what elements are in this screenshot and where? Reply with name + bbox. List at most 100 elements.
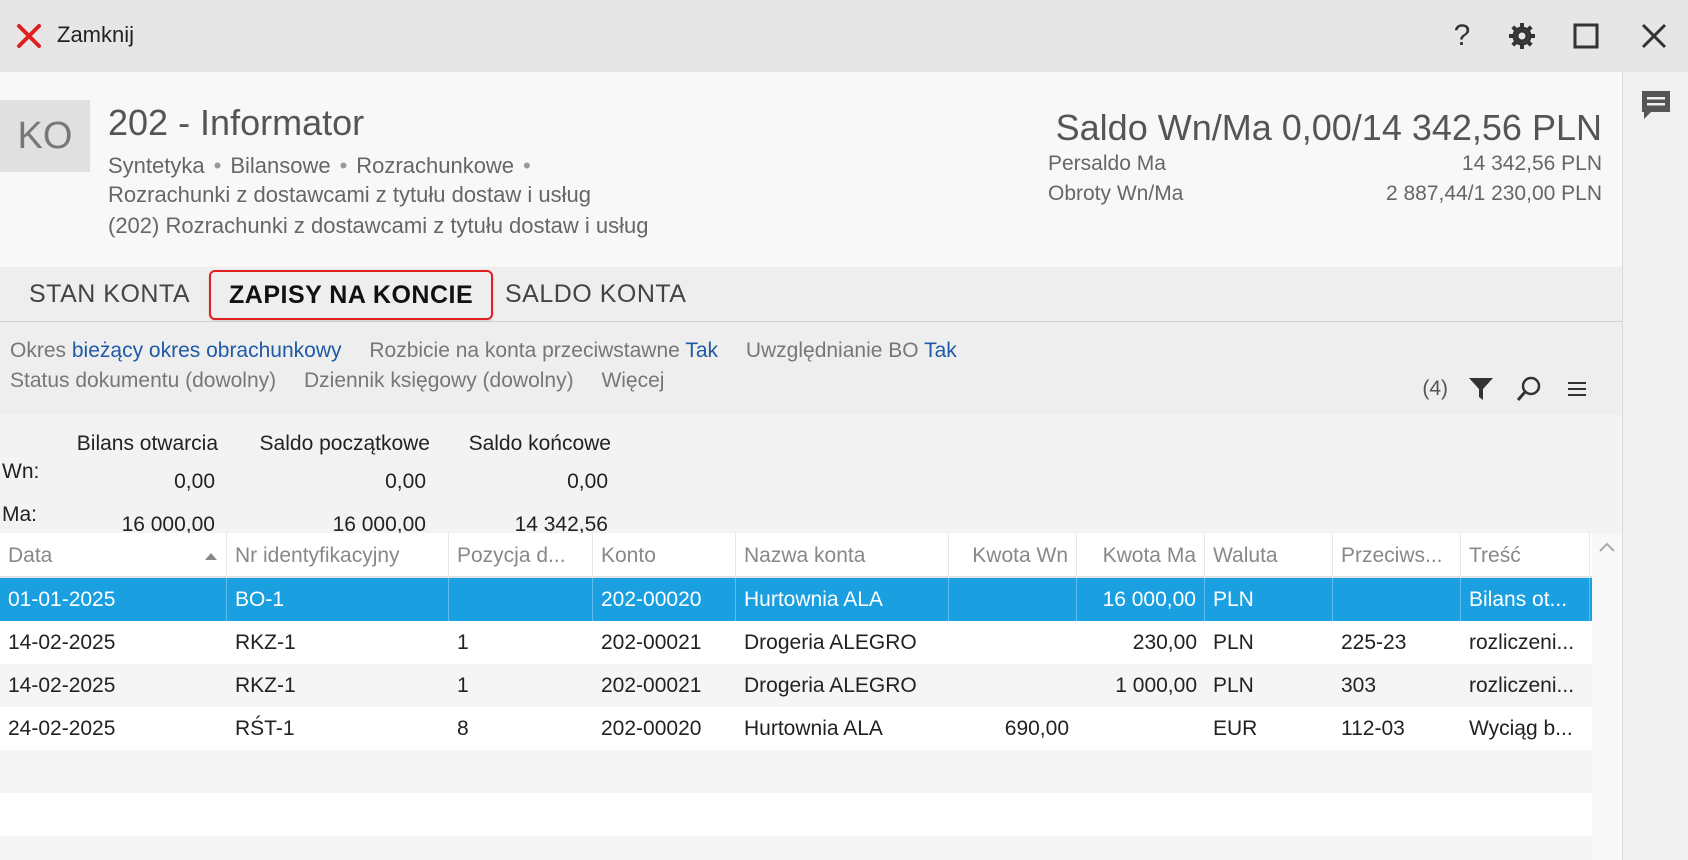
empty-row: [0, 750, 1592, 793]
table-row[interactable]: 01-01-2025 BO-1 202-00020 Hurtownia ALA …: [0, 578, 1592, 621]
account-tags: Syntetyka • Bilansowe • Rozrachunkowe •: [108, 153, 531, 178]
okres-label: Okres: [10, 339, 67, 362]
main-panel: KO 202 - Informator Syntetyka • Bilansowe •…: [0, 72, 1622, 860]
sort-ascending-icon: [205, 553, 217, 560]
cell-data: 01-01-2025: [0, 578, 227, 621]
cell-kwota-wn: [949, 621, 1077, 664]
obroty-value: 2 887,44/1 230,00 PLN: [1385, 182, 1602, 205]
tab-stan-konta[interactable]: STAN KONTA: [29, 267, 190, 322]
account-description-full: (202) Rozrachunki z dostawcami z tytułu …: [108, 213, 649, 238]
cell-data: 14-02-2025: [8, 673, 116, 697]
cell-przeciwstawne: 225-23: [1341, 630, 1407, 654]
column-header-kwota-ma[interactable]: Kwota Ma: [1077, 533, 1205, 578]
column-header-waluta[interactable]: Waluta: [1205, 533, 1333, 578]
chat-icon[interactable]: [1639, 88, 1673, 122]
page-title: 202 - Informator: [108, 102, 365, 143]
gear-icon[interactable]: [1504, 18, 1540, 54]
summary-header-bilans: Bilans otwarcia: [76, 432, 218, 455]
tag-rozrachunkowe: Rozrachunkowe: [356, 153, 515, 178]
cell-nazwa-konta: Hurtownia ALA: [744, 716, 883, 740]
account-header: KO 202 - Informator Syntetyka • Bilansowe •…: [0, 72, 1622, 267]
filter-row-2: Status dokumentu (dowolny) Dziennik księ…: [10, 369, 664, 393]
close-button[interactable]: Zamknij: [57, 22, 134, 48]
filter-icon[interactable]: [1466, 374, 1496, 404]
column-header-konto[interactable]: Konto: [593, 533, 736, 578]
cell-pozycja: 8: [457, 716, 469, 740]
cell-data: 24-02-2025: [8, 716, 116, 740]
tag-bilansowe: Bilansowe: [230, 153, 331, 178]
cell-tresc: rozliczeni...: [1469, 673, 1575, 697]
cell-konto: 202-00021: [601, 630, 702, 654]
filter-count: (4): [1422, 377, 1448, 400]
account-badge: KO: [0, 100, 90, 172]
empty-row: [0, 793, 1592, 836]
cell-nr-identyfikacyjny: RKZ-1: [235, 673, 296, 697]
summary-wn-saldo-poczatkowe: 0,00: [385, 470, 426, 493]
column-header-przeciwstawne[interactable]: Przeciws...: [1333, 533, 1461, 578]
maximize-icon[interactable]: [1568, 18, 1604, 54]
bo-label: Uwzględnianie BO: [745, 339, 919, 362]
cell-waluta: EUR: [1213, 716, 1258, 740]
cell-tresc: Bilans ot...: [1461, 578, 1590, 621]
cell-pozycja: [449, 578, 593, 621]
column-header-nazwa-konta[interactable]: Nazwa konta: [736, 533, 949, 578]
summary-wn-label: Wn:: [2, 460, 40, 483]
table-row[interactable]: 24-02-2025 RŚT-1 8 202-00020 Hurtownia A…: [0, 707, 1592, 750]
obroty-row: Obroty Wn/Ma 2 887,44/1 230,00 PLN: [1048, 182, 1602, 206]
cell-kwota-wn: 690,00: [1004, 716, 1069, 740]
column-header-kwota-wn[interactable]: Kwota Wn: [949, 533, 1077, 578]
search-icon[interactable]: [1514, 374, 1544, 404]
column-header-tresc[interactable]: Treść: [1461, 533, 1590, 578]
scroll-up-icon[interactable]: [1598, 540, 1616, 554]
account-description: Rozrachunki z dostawcami z tytułu dostaw…: [108, 182, 591, 207]
obroty-label: Obroty Wn/Ma: [1048, 182, 1184, 205]
summary-header-saldo-koncowe: Saldo końcowe: [468, 432, 611, 455]
filter-tools: (4): [1422, 374, 1592, 404]
right-sidebar: [1622, 72, 1688, 860]
tab-saldo-konta[interactable]: SALDO KONTA: [505, 267, 686, 322]
cell-waluta: PLN: [1213, 630, 1254, 654]
table-row[interactable]: 14-02-2025 RKZ-1 1 202-00021 Drogeria AL…: [0, 664, 1592, 707]
cell-kwota-ma: 1 000,00: [1115, 673, 1197, 697]
cell-kwota-ma: 16 000,00: [1077, 578, 1205, 621]
cell-nazwa-konta: Drogeria ALEGRO: [744, 630, 917, 654]
cell-waluta: PLN: [1205, 578, 1333, 621]
rozbicie-value-link[interactable]: Tak: [685, 339, 718, 362]
column-header-pozycja[interactable]: Pozycja d...: [449, 533, 593, 578]
cell-przeciwstawne: [1333, 578, 1461, 621]
cell-kwota-wn: [949, 664, 1077, 707]
cell-kwota-ma: 230,00: [1132, 630, 1197, 654]
menu-icon[interactable]: [1562, 374, 1592, 404]
cell-przeciwstawne: 112-03: [1341, 716, 1405, 740]
cell-konto: 202-00021: [601, 673, 702, 697]
help-icon[interactable]: ?: [1444, 18, 1480, 54]
status-filter[interactable]: Status dokumentu (dowolny): [10, 369, 276, 392]
summary-wn-saldo-koncowe: 0,00: [567, 470, 608, 493]
okres-value-link[interactable]: bieżący okres obrachunkowy: [72, 339, 342, 362]
cell-konto: 202-00020: [601, 716, 702, 740]
entries-table: Data Nr identyfikacyjny Pozycja d... Kon…: [0, 533, 1592, 860]
rozbicie-label: Rozbicie na konta przeciwstawne: [369, 339, 680, 362]
wiecej-link[interactable]: Więcej: [601, 369, 664, 392]
cell-nr-identyfikacyjny: RKZ-1: [235, 630, 296, 654]
persaldo-label: Persaldo Ma: [1048, 152, 1166, 175]
cell-przeciwstawne: 303: [1341, 673, 1377, 697]
cell-waluta: PLN: [1213, 673, 1254, 697]
summary-wn-bilans: 0,00: [174, 470, 215, 493]
cell-pozycja: 1: [457, 630, 469, 654]
summary-ma-label: Ma:: [2, 503, 38, 526]
dziennik-filter[interactable]: Dziennik księgowy (dowolny): [304, 369, 574, 392]
column-header-data[interactable]: Data: [0, 533, 227, 578]
column-header-nr-identyfikacyjny[interactable]: Nr identyfikacyjny: [227, 533, 449, 578]
table-row[interactable]: 14-02-2025 RKZ-1 1 202-00021 Drogeria AL…: [0, 621, 1592, 664]
tab-zapisy-na-koncie[interactable]: ZAPISY NA KONCIE: [209, 270, 494, 320]
bo-value-link[interactable]: Tak: [924, 339, 957, 362]
close-window-icon[interactable]: [1636, 18, 1672, 54]
cell-tresc: rozliczeni...: [1469, 630, 1575, 654]
cell-konto: 202-00020: [593, 578, 736, 621]
saldo-title: Saldo Wn/Ma 0,00/14 342,56 PLN: [1055, 107, 1602, 148]
persaldo-value: 14 342,56 PLN: [1461, 152, 1602, 175]
empty-row: [0, 836, 1592, 860]
balance-summary: Bilans otwarcia Saldo początkowe Saldo k…: [0, 415, 1622, 536]
close-icon[interactable]: [16, 18, 42, 54]
